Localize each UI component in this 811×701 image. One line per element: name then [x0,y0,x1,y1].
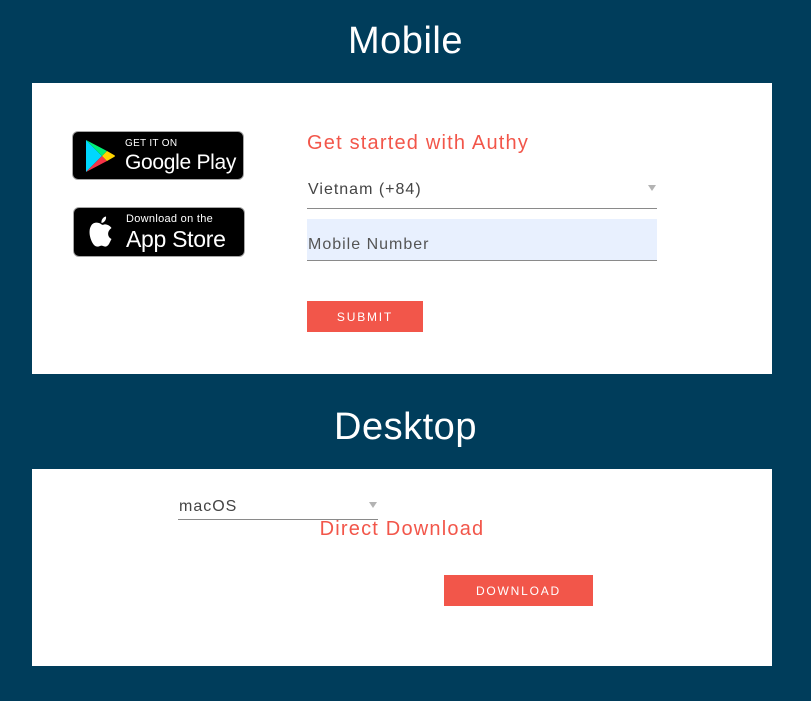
country-select[interactable]: Vietnam (+84) [307,179,657,209]
direct-download-heading: Direct Download [319,518,485,540]
os-select-value: macOS [179,498,238,515]
app-store-big-text: App Store [126,225,226,252]
apple-icon [89,216,112,247]
mobile-card: GET IT ON Google Play Download on the Ap… [32,83,772,374]
os-select[interactable]: macOS [178,496,378,520]
chevron-down-icon [648,185,656,191]
mobile-section-title: Mobile [348,20,463,62]
mobile-number-input[interactable] [307,219,657,261]
desktop-section-title: Desktop [334,406,477,448]
submit-button[interactable]: SUBMIT [307,301,423,332]
app-store-badge[interactable]: Download on the App Store [73,207,245,257]
google-play-badge[interactable]: GET IT ON Google Play [72,131,244,180]
google-play-big-text: Google Play [125,150,237,174]
app-store-small-text: Download on the [126,212,214,225]
authy-form-heading: Get started with Authy [307,132,530,154]
country-select-value: Vietnam (+84) [308,181,422,198]
google-play-small-text: GET IT ON [125,137,178,149]
chevron-down-icon [369,502,377,508]
download-button[interactable]: DOWNLOAD [444,575,593,606]
google-play-icon [86,139,115,172]
desktop-card: Direct Download DOWNLOAD [32,469,772,666]
